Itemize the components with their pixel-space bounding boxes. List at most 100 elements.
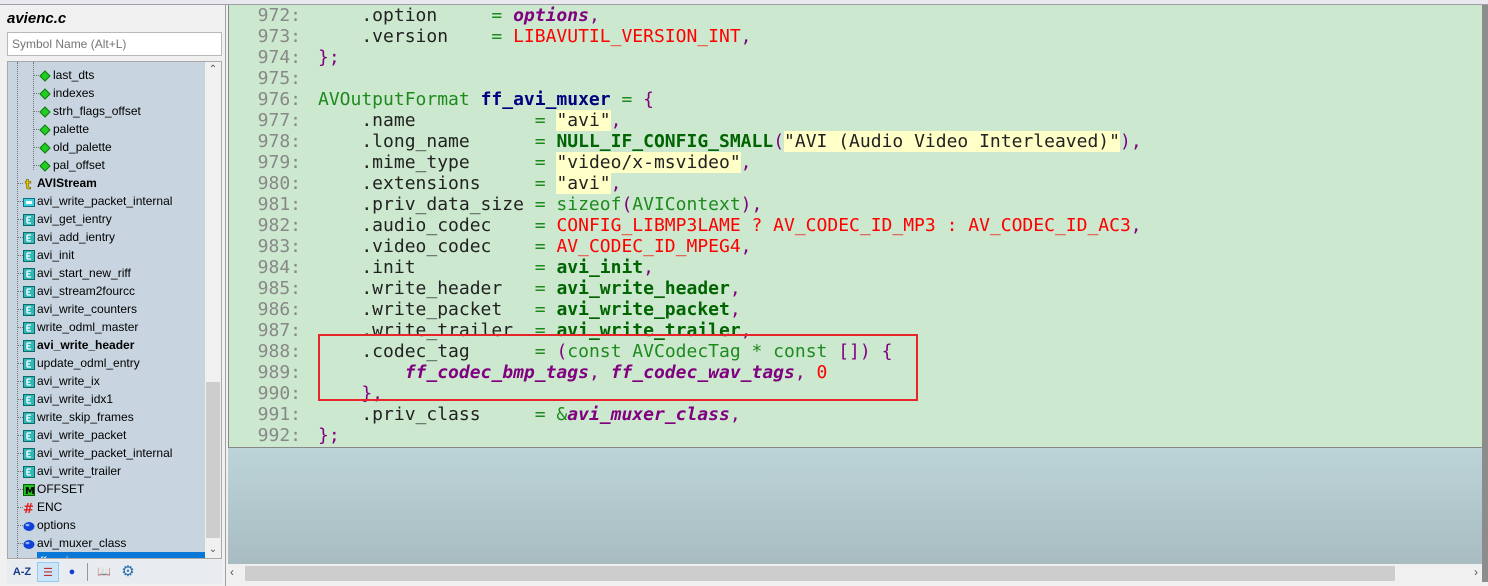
code-overview-bar[interactable]	[1482, 5, 1488, 582]
tree-item[interactable]: pal_offset	[8, 156, 204, 174]
tree-item[interactable]: avi_muxer_class	[8, 534, 204, 552]
function-icon	[23, 303, 35, 316]
code-token: .name	[318, 110, 535, 131]
tree-item[interactable]: avi_add_ientry	[8, 228, 204, 246]
line-number: 976:	[257, 89, 301, 110]
code-token: "avi"	[556, 110, 611, 131]
scroll-up-arrow-icon[interactable]: ⌃	[205, 62, 221, 78]
function-icon	[23, 447, 35, 460]
symbol-tree: last_dts indexes strh_flags_offsetpalette o…	[7, 61, 222, 559]
function-prototype-icon	[23, 195, 35, 207]
code-token: };	[318, 425, 340, 446]
code-token: CONFIG_LIBMP3LAME ? AV_CODEC_ID_MP3 : AV…	[556, 215, 1131, 236]
function-icon	[23, 267, 35, 280]
tree-item[interactable]: last_dts	[8, 66, 204, 84]
tree-item-label: avi_muxer_class	[37, 536, 127, 550]
tree-item[interactable]: write_odml_master	[8, 318, 204, 336]
code-token: "video/x-msvideo"	[556, 152, 741, 173]
tree-item[interactable]: update_odml_entry	[8, 354, 204, 372]
code-token: avi_init	[556, 257, 644, 278]
tree-item[interactable]: avi_write_counters	[8, 300, 204, 318]
code-text: .audio_codec = CONFIG_LIBMP3LAME ? AV_CO…	[318, 215, 1141, 236]
tree-item-label: pal_offset	[53, 158, 105, 172]
tree-item-label: avi_write_ix	[37, 374, 100, 388]
tree-item[interactable]: old_palette	[8, 138, 204, 156]
vertical-scrollbar[interactable]: ⌃ ⌄	[205, 62, 221, 558]
line-number: 988:	[257, 341, 301, 362]
function-icon	[23, 393, 35, 406]
tree-item[interactable]: avi_write_packet_internal	[8, 192, 204, 210]
macro-icon: M	[23, 483, 35, 497]
code-text: .priv_class = &avi_muxer_class,	[318, 404, 741, 425]
code-token: =	[534, 299, 557, 320]
tree-item[interactable]: avi_stream2fourcc	[8, 282, 204, 300]
sort-az-button[interactable]: A-Z	[11, 562, 33, 582]
variable-icon	[23, 519, 35, 531]
tree-item[interactable]: avi_write_ix	[8, 372, 204, 390]
code-token: AVIContext	[632, 194, 741, 215]
tree-item[interactable]: avi_write_idx1	[8, 390, 204, 408]
tree-item[interactable]: avi_start_new_riff	[8, 264, 204, 282]
symbol-search-input[interactable]	[7, 32, 222, 56]
tree-item-label: ENC	[37, 500, 63, 514]
function-icon	[23, 429, 35, 442]
code-token: avi_muxer_class	[567, 404, 730, 425]
tree-item[interactable]: avi_write_packet	[8, 426, 204, 444]
code-token: ,	[643, 257, 654, 278]
code-text: .option = options,	[318, 5, 599, 26]
tree-item-label: palette	[53, 122, 90, 136]
symbol-types-icon[interactable]: ●	[61, 562, 83, 582]
code-line: 979: .mime_type = "video/x-msvideo",	[229, 152, 1479, 173]
code-text: };	[318, 47, 340, 68]
line-number: 992:	[257, 425, 301, 446]
tree-item[interactable]: t AVIStream	[8, 174, 204, 193]
code-line: 985: .write_header = avi_write_header,	[229, 278, 1479, 299]
line-number: 980:	[257, 173, 301, 194]
scrollbar-thumb[interactable]	[245, 566, 1395, 581]
tree-item[interactable]: # ENC	[8, 498, 204, 517]
tree-item[interactable]: avi_write_packet_internal	[8, 444, 204, 462]
tree-item-label: update_odml_entry	[37, 356, 140, 370]
code-token: ),	[740, 194, 763, 215]
tree-item[interactable]: palette	[8, 120, 204, 138]
tree-item-label: avi_add_ientry	[37, 230, 116, 244]
code-line: 982: .audio_codec = CONFIG_LIBMP3LAME ? …	[229, 215, 1479, 236]
tree-item-label: options	[37, 518, 76, 532]
book-icon[interactable]: 📖	[93, 562, 115, 582]
gear-icon[interactable]: ⚙	[117, 562, 139, 582]
tree-item[interactable]: M OFFSET	[8, 480, 204, 498]
tree-item[interactable]: strh_flags_offset	[8, 102, 204, 120]
scroll-left-arrow-icon[interactable]: ‹	[230, 565, 234, 579]
line-number: 983:	[257, 236, 301, 257]
scroll-right-arrow-icon[interactable]: ›	[1474, 565, 1478, 579]
tree-item[interactable]: write_skip_frames	[8, 408, 204, 426]
code-line: 976: AVOutputFormat ff_avi_muxer = {	[229, 89, 1479, 110]
scroll-down-arrow-icon[interactable]: ⌄	[205, 542, 221, 558]
code-token: ),	[1119, 131, 1142, 152]
line-number: 973:	[257, 26, 301, 47]
horizontal-scrollbar[interactable]: ‹ ›	[228, 565, 1482, 582]
function-icon	[23, 321, 35, 334]
tree-item[interactable]: options	[8, 516, 204, 534]
code-text: .extensions = "avi",	[318, 173, 621, 194]
member-diamond-icon	[39, 159, 51, 172]
line-number: 987:	[257, 320, 301, 341]
scrollbar-thumb[interactable]	[206, 382, 220, 538]
symbol-toolbar: A-Z ☰ ● 📖 ⚙	[7, 560, 222, 584]
tree-item[interactable]: indexes	[8, 84, 204, 102]
tree-item[interactable]: ff_avi_muxer	[8, 552, 207, 558]
tree-item[interactable]: avi_init	[8, 246, 204, 264]
tree-item-label: avi_write_packet	[37, 428, 127, 442]
function-icon	[23, 213, 35, 226]
list-view-icon[interactable]: ☰	[37, 562, 59, 582]
line-number: 984:	[257, 257, 301, 278]
tree-item[interactable]: avi_write_trailer	[8, 462, 204, 480]
code-token: ,	[729, 404, 741, 425]
code-token: = &	[534, 404, 568, 425]
function-icon	[23, 357, 35, 370]
tree-item[interactable]: avi_get_ientry	[8, 210, 204, 228]
code-token: ,	[740, 152, 752, 173]
tree-item[interactable]: avi_write_header	[8, 336, 204, 354]
tree-item-label: avi_write_packet_internal	[37, 446, 173, 460]
svg-text:t: t	[25, 178, 31, 190]
